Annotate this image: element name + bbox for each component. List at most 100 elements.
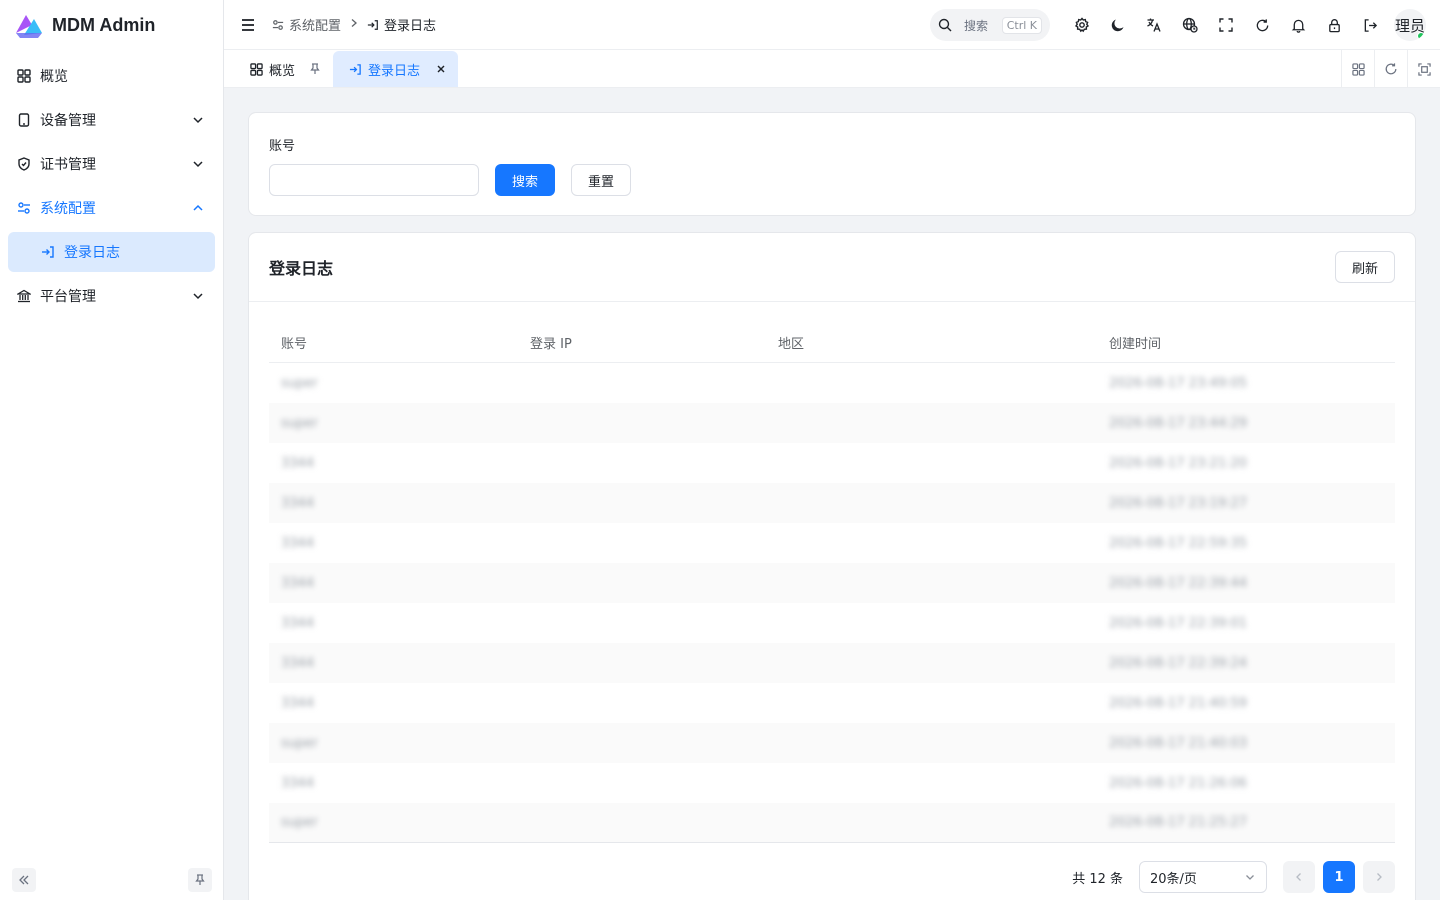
tab-label: 概览 — [269, 63, 296, 79]
tab-label: 登录日志 — [368, 63, 421, 79]
created-time-cell: 2026-08-17 23:44:29 — [1109, 415, 1248, 431]
sidebar-item-label: 平台管理 — [40, 289, 96, 305]
lock-screen-button[interactable] — [1316, 7, 1352, 43]
breadcrumb: 系统配置 登录日志 — [272, 15, 436, 34]
table-row[interactable]: super 2026-08-17 21:25:27 — [269, 803, 1395, 843]
account-cell: 3344 — [281, 455, 315, 471]
table-row[interactable]: 3344 2026-08-17 22:39:24 — [269, 643, 1395, 683]
online-status-dot — [1417, 32, 1425, 40]
sidebar-footer — [0, 868, 223, 892]
account-cell: 3344 — [281, 495, 315, 511]
bank-icon — [16, 288, 32, 304]
theme-toggle-button[interactable] — [1100, 7, 1136, 43]
tab-grid-button[interactable] — [1341, 50, 1374, 88]
table-row[interactable]: 3344 2026-08-17 22:39:01 — [269, 603, 1395, 643]
breadcrumb-label: 系统配置 — [289, 19, 342, 34]
search-button[interactable]: 搜索 — [495, 164, 555, 196]
bell-icon — [1291, 19, 1305, 33]
sidebar-item-devices[interactable]: 设备管理 — [8, 100, 215, 140]
account-label: 账号 — [269, 139, 296, 154]
account-cell: 3344 — [281, 655, 315, 671]
table-row[interactable]: 3344 2026-08-17 22:59:35 — [269, 523, 1395, 563]
table-row[interactable]: super 2026-08-17 23:44:29 — [269, 403, 1395, 443]
sidebar-item-label: 概览 — [40, 69, 68, 85]
breadcrumb-item-system-config[interactable]: 系统配置 — [272, 15, 341, 34]
page-number-button[interactable]: 1 — [1323, 861, 1355, 893]
collapse-sidebar-button[interactable] — [12, 868, 36, 892]
login-log-card: 登录日志 刷新 账号 登录 IP 地区 创建时间 super 2026-08-17… — [248, 232, 1416, 900]
search-shortcut: Ctrl K — [1001, 16, 1042, 34]
fullscreen-button[interactable] — [1208, 7, 1244, 43]
gear-icon — [1074, 17, 1090, 33]
sidebar-item-label: 证书管理 — [40, 157, 96, 173]
grid-icon — [16, 68, 32, 84]
grid-icon — [1351, 62, 1365, 76]
account-input[interactable] — [269, 164, 479, 196]
page-size-select[interactable]: 20条/页 — [1139, 861, 1267, 893]
total-count: 共 12 条 — [1072, 871, 1123, 887]
created-time-cell: 2026-08-17 23:19:27 — [1109, 495, 1248, 511]
chevron-down-icon — [193, 293, 203, 300]
table-row[interactable]: 3344 2026-08-17 23:19:27 — [269, 483, 1395, 523]
pin-sidebar-button[interactable] — [188, 868, 212, 892]
menu-toggle-button[interactable] — [224, 0, 272, 50]
reload-button[interactable] — [1244, 7, 1280, 43]
sidebar-item-system-config[interactable]: 系统配置 — [8, 188, 215, 228]
table-row[interactable]: 3344 2026-08-17 21:26:06 — [269, 763, 1395, 803]
shield-icon — [16, 156, 32, 172]
sidebar-item-overview[interactable]: 概览 — [8, 56, 215, 96]
breadcrumb-item-login-log[interactable]: 登录日志 — [367, 15, 436, 34]
account-cell: super — [281, 375, 318, 391]
column-header-created[interactable]: 创建时间 — [1097, 333, 1395, 352]
logo-icon — [16, 15, 42, 38]
refresh-icon — [1385, 63, 1397, 75]
column-header-region[interactable]: 地区 — [766, 333, 1097, 352]
global-search-button[interactable]: 搜索 Ctrl K — [930, 9, 1050, 41]
settings-sliders-icon — [272, 19, 284, 30]
table-row[interactable]: 3344 2026-08-17 23:21:20 — [269, 443, 1395, 483]
login-icon — [349, 63, 361, 75]
double-chevron-left-icon — [19, 875, 29, 885]
pin-icon[interactable] — [309, 63, 321, 75]
table-row[interactable]: super 2026-08-17 23:49:05 — [269, 363, 1395, 403]
table-row[interactable]: 3344 2026-08-17 21:40:59 — [269, 683, 1395, 723]
sidebar-item-platform[interactable]: 平台管理 — [8, 276, 215, 316]
account-cell: 3344 — [281, 695, 315, 711]
filter-card: 账号 搜索 重置 — [248, 112, 1416, 216]
translate-icon — [1147, 18, 1161, 32]
reset-button[interactable]: 重置 — [571, 164, 631, 196]
tabs-bar: 概览 登录日志 — [224, 50, 1440, 88]
avatar[interactable]: 理员 — [1394, 9, 1426, 41]
breadcrumb-label: 登录日志 — [384, 19, 437, 34]
grid-icon — [250, 62, 263, 76]
created-time-cell: 2026-08-17 21:26:06 — [1109, 775, 1248, 791]
tab-refresh-button[interactable] — [1374, 50, 1407, 88]
sidebar-menu: 概览 设备管理 证书管理 系统配置 登录日志 平台管理 — [0, 56, 223, 316]
close-icon[interactable] — [436, 64, 446, 74]
table-body: super 2026-08-17 23:49:05 super 2026-08-17 … — [269, 363, 1395, 843]
language-button[interactable] — [1136, 7, 1172, 43]
pagination: 共 12 条 20条/页 1 — [1072, 861, 1395, 893]
column-header-account[interactable]: 账号 — [269, 333, 518, 352]
sidebar-item-label: 登录日志 — [64, 245, 120, 261]
tab-maximize-button[interactable] — [1407, 50, 1440, 88]
timezone-button[interactable] — [1172, 7, 1208, 43]
table-row[interactable]: 3344 2026-08-17 22:39:44 — [269, 563, 1395, 603]
sidebar: MDM Admin 概览 设备管理 证书管理 系统配置 登录日志 平台管理 — [0, 0, 224, 900]
column-header-ip[interactable]: 登录 IP — [518, 333, 766, 352]
sidebar-item-login-log[interactable]: 登录日志 — [8, 232, 215, 272]
next-page-button[interactable] — [1363, 861, 1395, 893]
refresh-icon — [1256, 18, 1268, 31]
table-row[interactable]: super 2026-08-17 21:40:03 — [269, 723, 1395, 763]
settings-button[interactable] — [1064, 7, 1100, 43]
tab-overview[interactable]: 概览 — [242, 51, 329, 87]
refresh-button[interactable]: 刷新 — [1335, 251, 1395, 283]
created-time-cell: 2026-08-17 21:40:03 — [1109, 735, 1248, 751]
prev-page-button[interactable] — [1283, 861, 1315, 893]
notifications-button[interactable] — [1280, 7, 1316, 43]
logo[interactable]: MDM Admin — [0, 0, 223, 50]
tab-login-log[interactable]: 登录日志 — [333, 51, 459, 87]
header-actions: 搜索 Ctrl K 理员 — [930, 0, 1440, 50]
sidebar-item-certificates[interactable]: 证书管理 — [8, 144, 215, 184]
logout-button[interactable] — [1352, 7, 1388, 43]
